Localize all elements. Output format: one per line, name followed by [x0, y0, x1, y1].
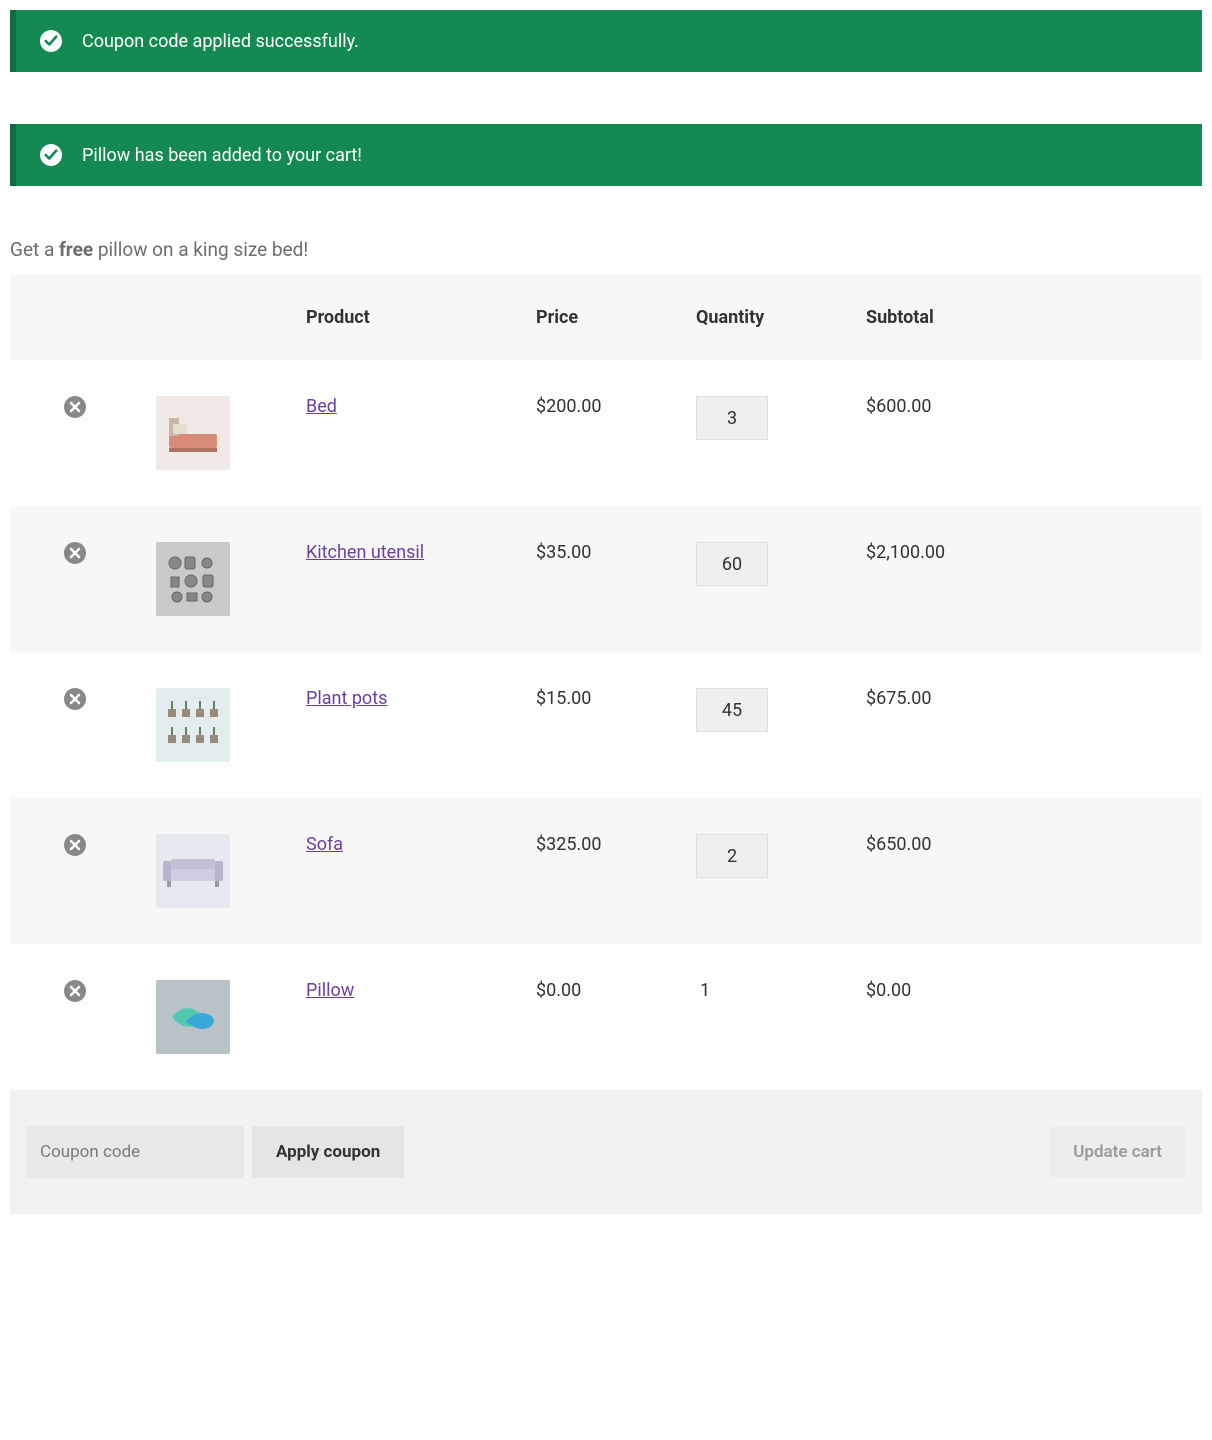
col-thumb-header — [140, 275, 290, 360]
product-link[interactable]: Plant pots — [306, 688, 387, 709]
col-subtotal-header: Subtotal — [850, 275, 1202, 360]
success-notice: Pillow has been added to your cart! — [10, 124, 1202, 186]
product-price: $0.00 — [520, 944, 680, 1090]
product-thumbnail[interactable] — [156, 834, 230, 908]
col-price-header: Price — [520, 275, 680, 360]
table-row: Pillow $0.00 1 $0.00 — [10, 944, 1202, 1090]
quantity-input[interactable] — [696, 834, 768, 878]
remove-item-button[interactable] — [64, 688, 86, 710]
product-link[interactable]: Bed — [306, 396, 337, 417]
promo-text: Get a free pillow on a king size bed! — [10, 238, 1202, 261]
notice-text: Pillow has been added to your cart! — [82, 145, 362, 166]
product-subtotal: $675.00 — [850, 652, 1202, 798]
remove-item-button[interactable] — [64, 396, 86, 418]
col-product-header: Product — [290, 275, 520, 360]
apply-coupon-button[interactable]: Apply coupon — [252, 1126, 404, 1178]
col-quantity-header: Quantity — [680, 275, 850, 360]
product-link[interactable]: Kitchen utensil — [306, 542, 424, 563]
product-subtotal: $0.00 — [850, 944, 1202, 1090]
table-row: Kitchen utensil $35.00 $2,100.00 — [10, 506, 1202, 652]
table-row: Plant pots $15.00 $675.00 — [10, 652, 1202, 798]
checkmark-icon — [40, 30, 62, 52]
update-cart-button[interactable]: Update cart — [1049, 1126, 1186, 1178]
product-subtotal: $600.00 — [850, 360, 1202, 506]
remove-item-button[interactable] — [64, 834, 86, 856]
success-notice: Coupon code applied successfully. — [10, 10, 1202, 72]
remove-item-button[interactable] — [64, 980, 86, 1002]
coupon-code-input[interactable] — [26, 1126, 244, 1178]
product-subtotal: $2,100.00 — [850, 506, 1202, 652]
promo-prefix: Get a — [10, 238, 59, 261]
promo-bold: free — [59, 238, 93, 261]
product-price: $15.00 — [520, 652, 680, 798]
product-price: $200.00 — [520, 360, 680, 506]
product-price: $325.00 — [520, 798, 680, 944]
product-link[interactable]: Sofa — [306, 834, 343, 855]
product-subtotal: $650.00 — [850, 798, 1202, 944]
table-row: Bed $200.00 $600.00 — [10, 360, 1202, 506]
product-link[interactable]: Pillow — [306, 980, 354, 1001]
product-thumbnail[interactable] — [156, 688, 230, 762]
product-thumbnail[interactable] — [156, 396, 230, 470]
quantity-input[interactable] — [696, 396, 768, 440]
table-row: Sofa $325.00 $650.00 — [10, 798, 1202, 944]
quantity-input[interactable] — [696, 688, 768, 732]
checkmark-icon — [40, 144, 62, 166]
notice-text: Coupon code applied successfully. — [82, 31, 359, 52]
cart-actions-row: Apply coupon Update cart — [10, 1090, 1202, 1214]
remove-item-button[interactable] — [64, 542, 86, 564]
col-remove-header — [10, 275, 140, 360]
product-price: $35.00 — [520, 506, 680, 652]
product-thumbnail[interactable] — [156, 542, 230, 616]
promo-suffix: pillow on a king size bed! — [93, 238, 308, 261]
cart-table: Product Price Quantity Subtotal Bed $200.… — [10, 275, 1202, 1214]
product-thumbnail[interactable] — [156, 980, 230, 1054]
quantity-input[interactable] — [696, 542, 768, 586]
quantity-static: 1 — [696, 980, 710, 1001]
